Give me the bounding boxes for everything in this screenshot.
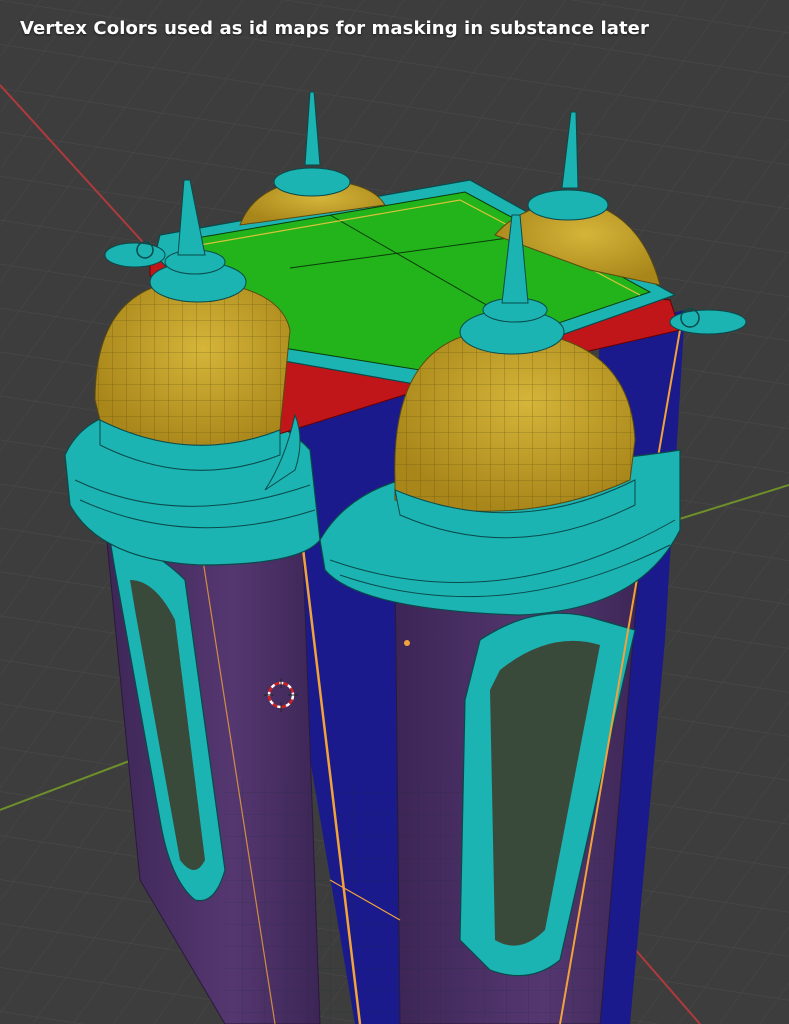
viewport-canvas[interactable] [0,0,789,1024]
viewport-caption: Vertex Colors used as id maps for maskin… [20,18,649,39]
object-origin-icon [404,640,410,646]
3d-viewport[interactable]: Vertex Colors used as id maps for maskin… [0,0,789,1024]
